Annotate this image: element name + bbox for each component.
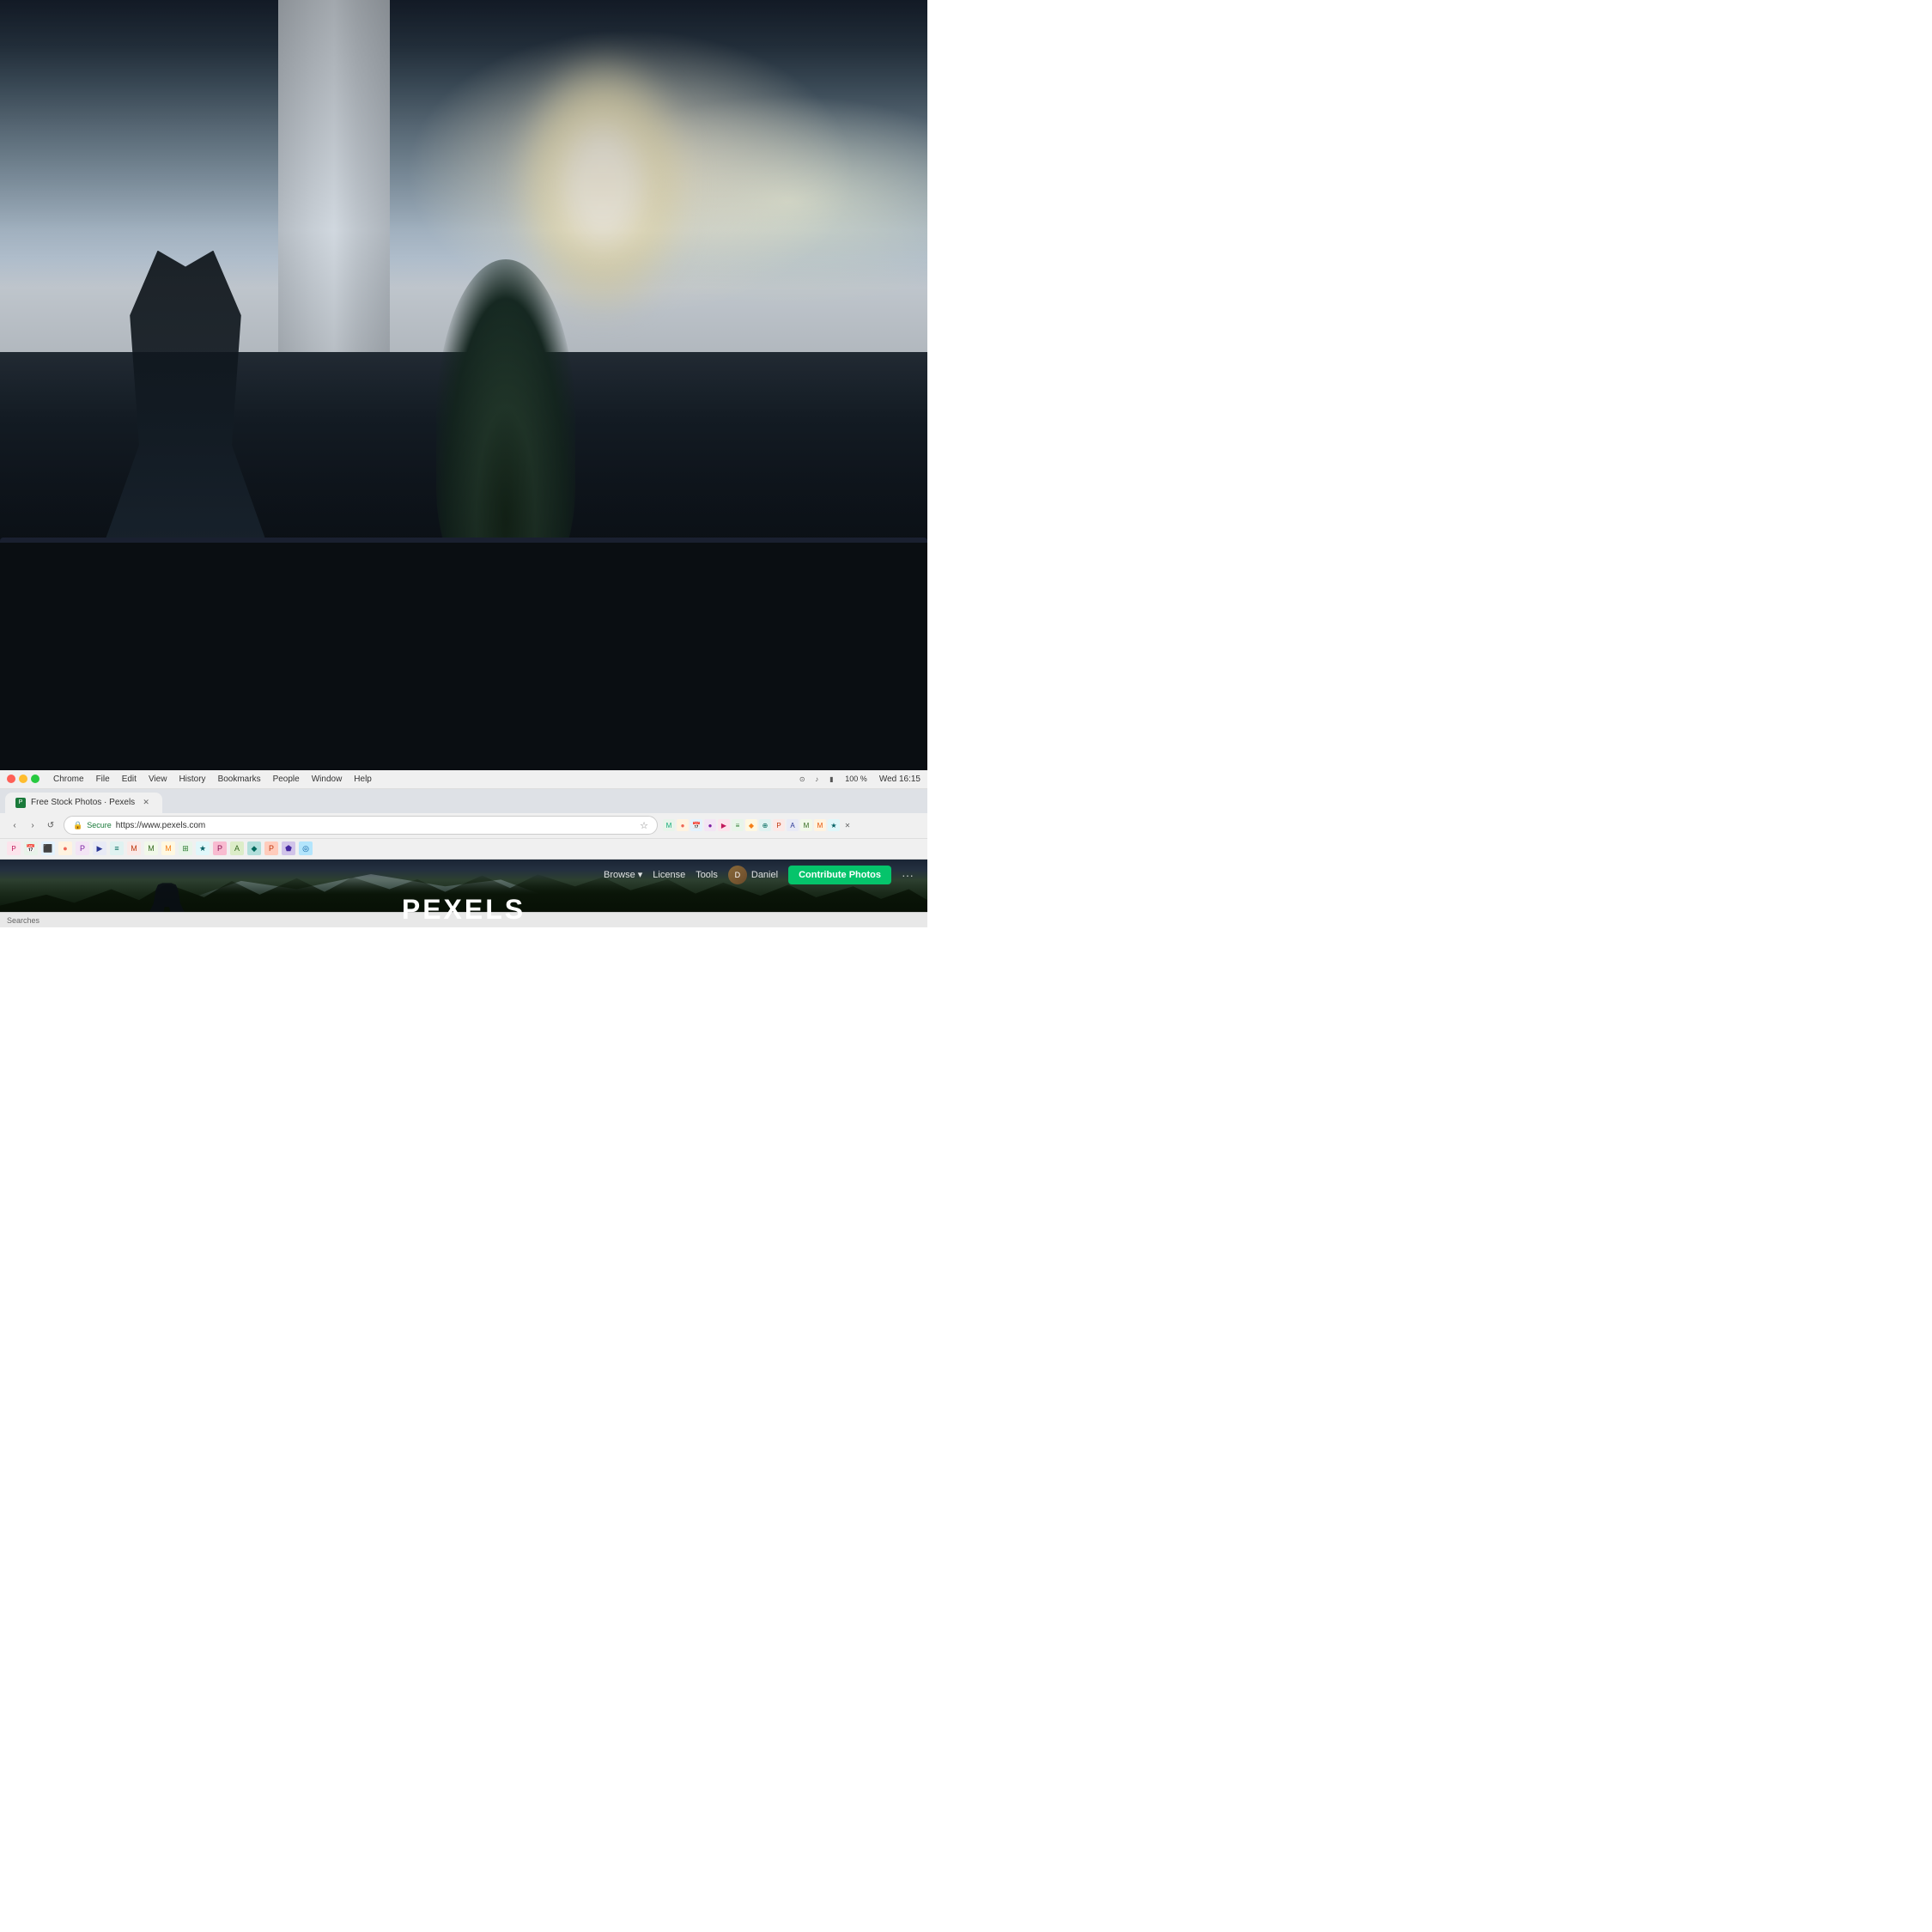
tab-title: Free Stock Photos · Pexels bbox=[31, 798, 135, 807]
chrome-tab-bar: P Free Stock Photos · Pexels ✕ bbox=[0, 789, 927, 813]
bookmark-4[interactable]: ● bbox=[58, 841, 72, 855]
tab-close-icon[interactable]: ✕ bbox=[140, 797, 152, 809]
menu-bookmarks[interactable]: Bookmarks bbox=[213, 773, 266, 786]
zoom-level: 100 % bbox=[840, 773, 872, 785]
bookmark-8[interactable]: M bbox=[127, 841, 141, 855]
pexels-logo: PEXELS bbox=[139, 894, 788, 926]
close-tab-icon[interactable]: ✕ bbox=[841, 819, 854, 831]
bookmark-17[interactable]: ⬟ bbox=[282, 841, 295, 855]
bookmark-5[interactable]: P bbox=[76, 841, 89, 855]
menu-view[interactable]: View bbox=[143, 773, 173, 786]
user-avatar: D bbox=[728, 866, 747, 884]
traffic-close-btn[interactable] bbox=[7, 775, 15, 783]
bookmark-3[interactable]: ⬛ bbox=[41, 841, 55, 855]
bookmark-9[interactable]: M bbox=[144, 841, 158, 855]
ext-icon-1[interactable]: M bbox=[663, 819, 675, 831]
browser-window: Chrome File Edit View History Bookmarks … bbox=[0, 770, 927, 928]
address-bar[interactable]: 🔒 Secure https://www.pexels.com ☆ bbox=[64, 816, 658, 835]
bookmark-1[interactable]: P bbox=[7, 841, 21, 855]
secure-lock-icon: 🔒 bbox=[73, 821, 82, 830]
menu-people[interactable]: People bbox=[268, 773, 305, 786]
tab-favicon: P bbox=[15, 798, 26, 808]
system-time: Wed 16:15 bbox=[879, 775, 920, 784]
pexels-browse-nav[interactable]: Browse ▾ bbox=[604, 869, 642, 880]
volume-icon: ♪ bbox=[811, 773, 823, 785]
bookmark-18[interactable]: ◎ bbox=[299, 841, 313, 855]
bookmark-6[interactable]: ▶ bbox=[93, 841, 106, 855]
ext-icon-11[interactable]: M bbox=[800, 819, 812, 831]
url-display: https://www.pexels.com bbox=[116, 821, 205, 830]
pexels-user-menu[interactable]: D Daniel bbox=[728, 866, 778, 884]
wifi-icon: ⊙ bbox=[796, 773, 808, 785]
ext-icon-6[interactable]: ≡ bbox=[732, 819, 744, 831]
ext-icon-12[interactable]: M bbox=[814, 819, 826, 831]
refresh-button[interactable]: ↺ bbox=[43, 817, 58, 833]
bookmark-15[interactable]: ◆ bbox=[247, 841, 261, 855]
bookmark-16[interactable]: P bbox=[264, 841, 278, 855]
ext-icon-10[interactable]: A bbox=[787, 819, 799, 831]
ext-icon-2[interactable]: ● bbox=[677, 819, 689, 831]
pexels-navbar: Browse ▾ License Tools D Daniel Contribu… bbox=[0, 860, 927, 890]
monitor-frame: Chrome File Edit View History Bookmarks … bbox=[0, 538, 927, 927]
chrome-toolbar: ‹ › ↺ 🔒 Secure https://www.pexels.com ☆ … bbox=[0, 813, 927, 839]
menu-help[interactable]: Help bbox=[349, 773, 377, 786]
bookmark-10[interactable]: M bbox=[161, 841, 175, 855]
menu-file[interactable]: File bbox=[91, 773, 115, 786]
traffic-min-btn[interactable] bbox=[19, 775, 27, 783]
bookmark-2[interactable]: 📅 bbox=[24, 841, 38, 855]
menu-edit[interactable]: Edit bbox=[117, 773, 142, 786]
traffic-max-btn[interactable] bbox=[31, 775, 39, 783]
ext-icon-5[interactable]: ▶ bbox=[718, 819, 730, 831]
pexels-license-nav[interactable]: License bbox=[653, 870, 685, 880]
ext-icon-9[interactable]: P bbox=[773, 819, 785, 831]
bookmark-7[interactable]: ≡ bbox=[110, 841, 124, 855]
back-button[interactable]: ‹ bbox=[7, 817, 22, 833]
ext-icon-4[interactable]: ● bbox=[704, 819, 716, 831]
forward-button[interactable]: › bbox=[25, 817, 40, 833]
searches-label: Searches bbox=[7, 916, 39, 925]
menu-window[interactable]: Window bbox=[307, 773, 348, 786]
menu-chrome[interactable]: Chrome bbox=[48, 773, 89, 786]
chrome-bookmarks-bar: P 📅 ⬛ ● P ▶ ≡ M M M ⊞ ★ P A ◆ P ⬟ ◎ bbox=[0, 839, 927, 860]
pexels-tools-nav[interactable]: Tools bbox=[696, 870, 718, 880]
ext-icon-8[interactable]: ⊕ bbox=[759, 819, 771, 831]
menu-history[interactable]: History bbox=[173, 773, 210, 786]
bookmark-12[interactable]: ★ bbox=[196, 841, 210, 855]
contribute-photos-button[interactable]: Contribute Photos bbox=[788, 866, 891, 884]
ext-icon-13[interactable]: ★ bbox=[828, 819, 840, 831]
pexels-hero: PEXELS Best free stock photos in one pla… bbox=[139, 894, 788, 928]
bookmark-11[interactable]: ⊞ bbox=[179, 841, 192, 855]
bookmark-14[interactable]: A bbox=[230, 841, 244, 855]
bookmark-13[interactable]: P bbox=[213, 841, 227, 855]
ext-icon-3[interactable]: 📅 bbox=[690, 819, 702, 831]
battery-icon: ▮ bbox=[825, 773, 837, 785]
user-name: Daniel bbox=[751, 870, 778, 880]
active-tab[interactable]: P Free Stock Photos · Pexels ✕ bbox=[5, 793, 162, 813]
browse-chevron-icon: ▾ bbox=[638, 869, 643, 880]
bookmark-star-icon[interactable]: ☆ bbox=[640, 820, 648, 831]
chrome-menu-bar: Chrome File Edit View History Bookmarks … bbox=[0, 770, 927, 789]
ext-icon-7[interactable]: ◆ bbox=[745, 819, 757, 831]
secure-label: Secure bbox=[87, 821, 112, 829]
more-options-icon[interactable]: ··· bbox=[902, 868, 914, 882]
